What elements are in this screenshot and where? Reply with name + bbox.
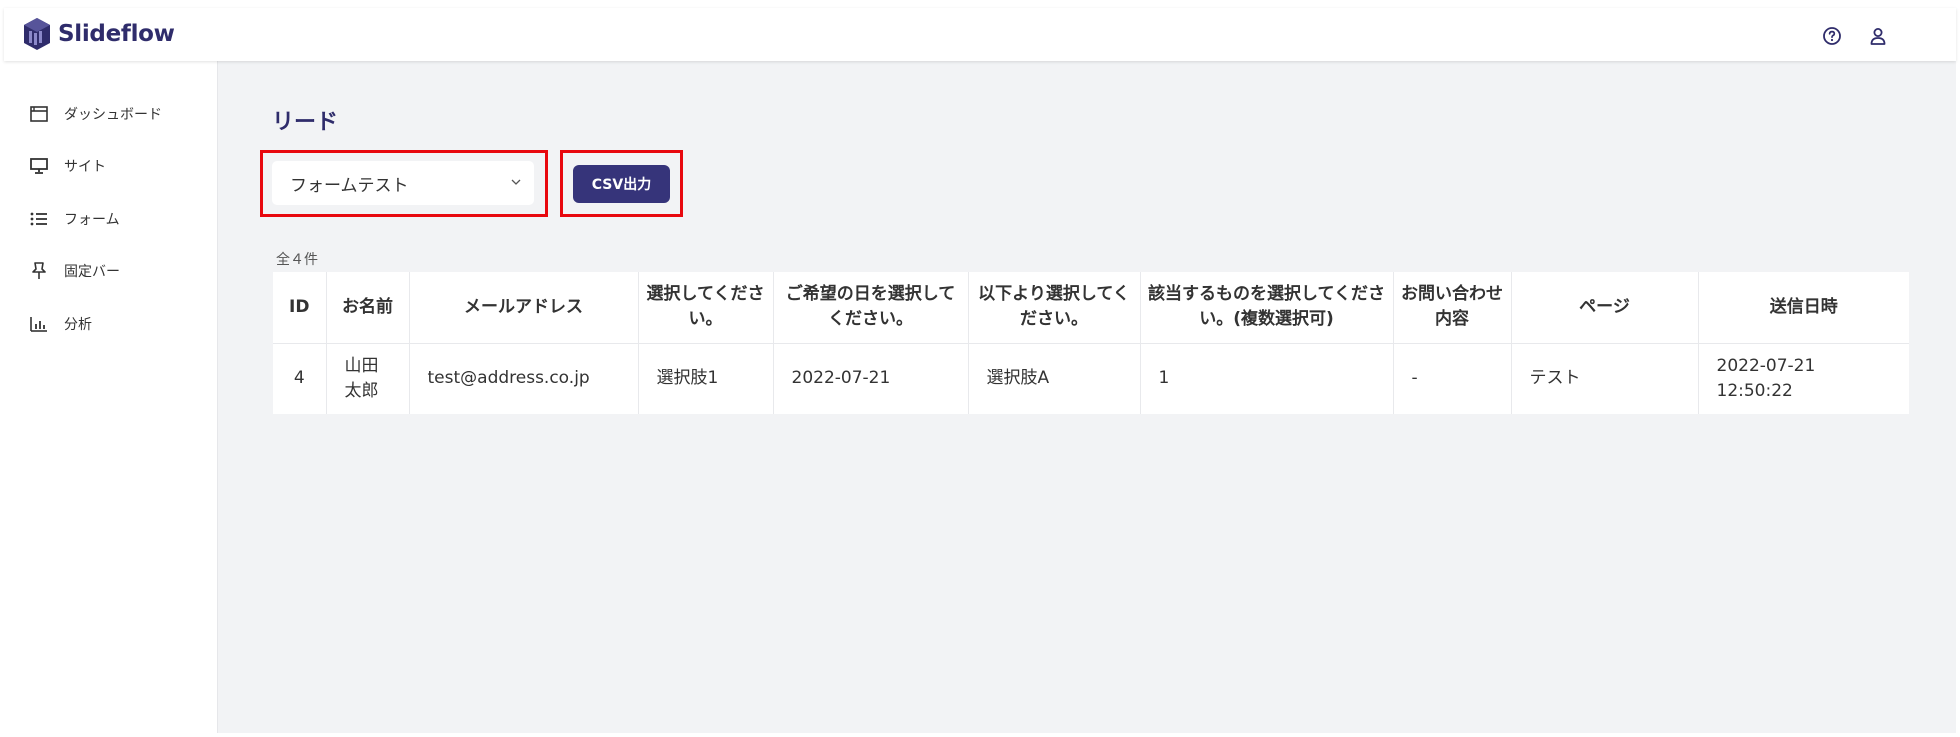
table-cell-datetime: 2022-07-21 12:50:22 bbox=[1716, 355, 1816, 401]
leads-table: ID お名前 メールアドレス 選択してください。 ご希望の日を選択してください。… bbox=[273, 272, 1909, 414]
column-header[interactable]: お問い合わせ内容 bbox=[1393, 272, 1512, 344]
table-cell-name: 山田太郎 bbox=[326, 343, 410, 414]
sidebar-item-label: サイト bbox=[64, 159, 106, 175]
list-icon bbox=[28, 208, 50, 230]
table-cell: - bbox=[1393, 343, 1512, 414]
table-cell: 1 bbox=[1140, 343, 1394, 414]
column-header[interactable]: 以下より選択してください。 bbox=[968, 272, 1141, 344]
result-count: 全４件 bbox=[276, 252, 318, 268]
bar-chart-icon bbox=[28, 313, 50, 335]
dashboard-window-icon bbox=[28, 103, 50, 125]
sidebar-item-fixed-bar[interactable]: 固定バー bbox=[4, 253, 218, 289]
pin-icon bbox=[28, 260, 50, 282]
table-cell-page: テスト bbox=[1511, 343, 1699, 414]
app-name: Slideflow bbox=[58, 21, 175, 47]
table-row[interactable]: 4 山田太郎 test@address.co.jp 選択肢1 2022-07-2… bbox=[273, 343, 1909, 414]
column-header[interactable]: 選択してください。 bbox=[638, 272, 774, 344]
sidebar-item-dashboard[interactable]: ダッシュボード bbox=[4, 96, 218, 132]
column-header[interactable]: メールアドレス bbox=[409, 272, 639, 344]
table-cell-id: 4 bbox=[273, 343, 327, 414]
column-header[interactable]: ID bbox=[273, 272, 327, 344]
column-header[interactable]: お名前 bbox=[326, 272, 410, 344]
logo[interactable]: Slideflow bbox=[22, 16, 175, 52]
table-cell: 選択肢1 bbox=[638, 343, 774, 414]
sidebar-item-label: ダッシュボード bbox=[64, 107, 162, 123]
sidebar: ダッシュボード サイト フォーム 固定バー 分析 bbox=[4, 61, 218, 733]
column-header[interactable]: ご希望の日を選択してください。 bbox=[773, 272, 969, 344]
top-bar: Slideflow bbox=[4, 8, 1956, 61]
sidebar-item-form[interactable]: フォーム bbox=[4, 201, 218, 237]
table-cell: 選択肢A bbox=[968, 343, 1141, 414]
table-cell: 2022-07-21 bbox=[773, 343, 969, 414]
user-icon[interactable] bbox=[1867, 25, 1889, 47]
sidebar-item-analytics[interactable]: 分析 bbox=[4, 306, 218, 342]
page-title: リード bbox=[272, 110, 339, 135]
column-header[interactable]: 送信日時 bbox=[1698, 272, 1909, 344]
sidebar-item-label: フォーム bbox=[64, 212, 120, 228]
form-select[interactable]: フォームテスト bbox=[272, 161, 534, 205]
monitor-icon bbox=[28, 155, 50, 177]
slideflow-logo-icon bbox=[24, 18, 50, 50]
sidebar-item-site[interactable]: サイト bbox=[4, 148, 218, 184]
table-header-row: ID お名前 メールアドレス 選択してください。 ご希望の日を選択してください。… bbox=[273, 272, 1909, 344]
column-header[interactable]: ページ bbox=[1511, 272, 1699, 344]
table-cell-email: test@address.co.jp bbox=[409, 343, 639, 414]
chevron-down-icon bbox=[511, 179, 521, 185]
sidebar-item-label: 固定バー bbox=[64, 264, 120, 280]
sidebar-item-label: 分析 bbox=[64, 317, 92, 333]
csv-export-button[interactable]: CSV出力 bbox=[573, 165, 670, 203]
help-circle-icon[interactable] bbox=[1821, 25, 1843, 47]
form-select-value: フォームテスト bbox=[290, 175, 409, 196]
column-header[interactable]: 該当するものを選択してください。(複数選択可) bbox=[1140, 272, 1394, 344]
